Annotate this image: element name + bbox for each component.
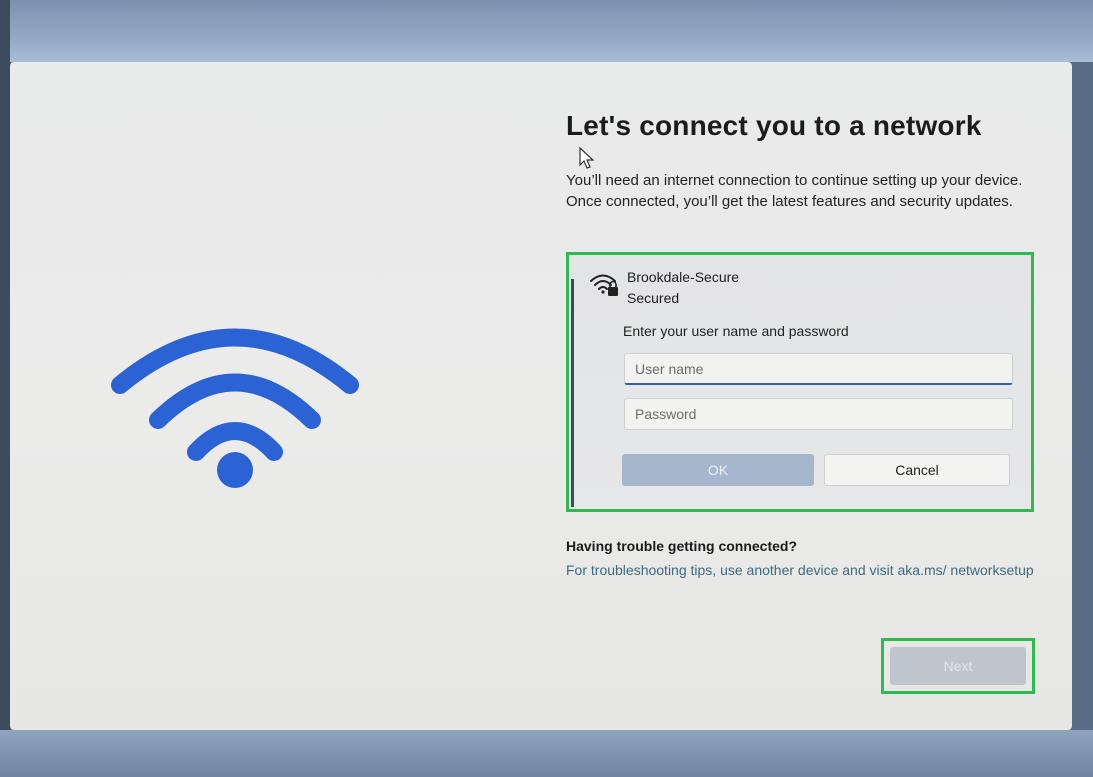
monitor-bezel-bottom [0, 730, 1093, 777]
password-input[interactable] [624, 398, 1013, 430]
network-item-expanded: Brookdale-Secure Secured Enter your user… [566, 252, 1034, 512]
page-description: You’ll need an internet connection to co… [566, 172, 1023, 210]
wifi-secured-icon [590, 274, 618, 296]
wifi-illustration-icon [111, 328, 359, 488]
next-button[interactable]: Next [890, 647, 1026, 685]
cancel-button[interactable]: Cancel [824, 454, 1010, 486]
mouse-pointer-icon [579, 146, 595, 169]
help-heading: Having trouble getting connected? [566, 538, 798, 554]
ok-button[interactable]: OK [622, 454, 814, 486]
next-button-highlight: Next [881, 638, 1035, 694]
network-status: Secured [627, 290, 680, 306]
monitor-bezel-left [0, 0, 10, 777]
network-name: Brookdale-Secure [627, 269, 740, 285]
username-input[interactable] [624, 353, 1013, 385]
selection-accent-bar [571, 279, 574, 507]
monitor-bezel-top [0, 0, 1093, 62]
credentials-prompt: Enter your user name and password [623, 323, 849, 339]
page-title: Let's connect you to a network [566, 110, 982, 141]
help-link[interactable]: For troubleshooting tips, use another de… [566, 560, 1036, 581]
